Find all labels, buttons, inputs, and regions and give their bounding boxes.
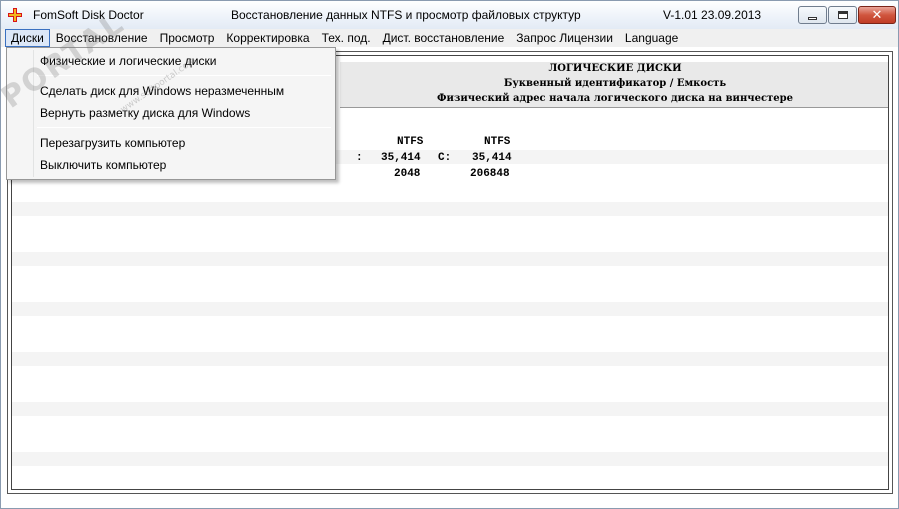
row-stripe — [12, 202, 888, 216]
menu-item-make-disk-unpartitioned[interactable]: Сделать диск для Windows неразмеченным — [40, 84, 284, 98]
window-title: FomSoft Disk Doctor — [33, 8, 144, 22]
disk-1-start-address: 2048 — [394, 168, 421, 180]
title-bar[interactable]: FomSoft Disk Doctor Восстановление данны… — [1, 1, 898, 29]
menu-item-restore-disk-partitioning[interactable]: Вернуть разметку диска для Windows — [40, 106, 250, 120]
disk-2-letter: C: — [438, 152, 452, 164]
close-button[interactable]: ✕ — [858, 6, 896, 24]
window-description: Восстановление данных NTFS и просмотр фа… — [231, 8, 581, 22]
disk-2-filesystem: NTFS — [484, 136, 511, 148]
menu-edit[interactable]: Корректировка — [220, 29, 315, 47]
menu-support[interactable]: Тех. под. — [316, 29, 377, 47]
logical-disks-header: ЛОГИЧЕСКИЕ ДИСКИ Буквенный идентификатор… — [340, 62, 888, 108]
menu-remote-recovery[interactable]: Дист. восстановление — [377, 29, 511, 47]
menu-separator — [37, 127, 331, 128]
disks-dropdown-menu: Физические и логические диски Сделать ди… — [6, 47, 336, 180]
row-stripe — [12, 352, 888, 366]
row-stripe — [12, 252, 888, 266]
disk-2-size: 35,414 — [472, 152, 512, 164]
window-version: V-1.01 23.09.2013 — [663, 8, 762, 22]
disk-1-filesystem: NTFS — [397, 136, 424, 148]
minimize-icon — [808, 16, 817, 20]
app-window: FomSoft Disk Doctor Восстановление данны… — [0, 0, 899, 509]
menu-item-restart-computer[interactable]: Перезагрузить компьютер — [40, 136, 185, 150]
menu-view[interactable]: Просмотр — [154, 29, 221, 47]
app-cross-icon — [8, 8, 22, 22]
maximize-icon — [837, 11, 848, 19]
menu-recovery[interactable]: Восстановление — [50, 29, 154, 47]
menu-language[interactable]: Language — [619, 29, 684, 47]
menu-gutter — [33, 50, 34, 177]
minimize-button[interactable] — [798, 6, 827, 24]
logical-disks-subtitle: Буквенный идентификатор / Емкость — [503, 78, 727, 89]
row-stripe — [12, 302, 888, 316]
menu-separator — [37, 75, 331, 76]
row-stripe — [12, 402, 888, 416]
menu-disks[interactable]: Диски — [5, 29, 50, 47]
disk-2-start-address: 206848 — [470, 168, 510, 180]
row-stripe — [12, 452, 888, 466]
logical-disks-address-caption: Физический адрес начала логического диск… — [437, 93, 793, 104]
disk-1-size: 35,414 — [381, 152, 421, 164]
menu-license-request[interactable]: Запрос Лицензии — [510, 29, 619, 47]
menu-item-physical-logical-disks[interactable]: Физические и логические диски — [40, 54, 216, 68]
maximize-button[interactable] — [828, 6, 857, 24]
logical-disks-title: ЛОГИЧЕСКИЕ ДИСКИ — [548, 63, 682, 74]
menu-bar: Диски Восстановление Просмотр Корректиро… — [1, 29, 898, 47]
close-icon: ✕ — [871, 7, 883, 23]
menu-item-shutdown-computer[interactable]: Выключить компьютер — [40, 158, 166, 172]
disk-1-letter: : — [356, 152, 363, 164]
